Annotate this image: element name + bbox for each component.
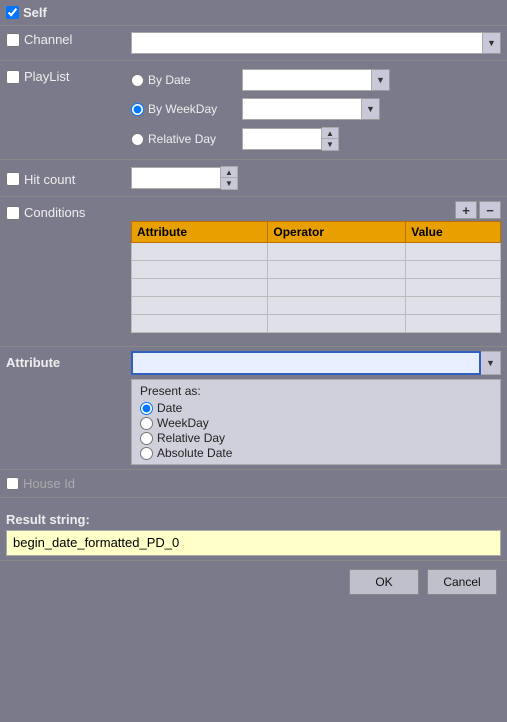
relative-day-radio[interactable] <box>131 133 144 146</box>
conditions-checkbox[interactable] <box>6 206 20 220</box>
ok-button[interactable]: OK <box>349 569 419 595</box>
hit-count-checkbox[interactable] <box>6 172 20 186</box>
attribute-dropdown-wrap: begin_date_formatted ▼ <box>131 351 501 375</box>
present-as-title: Present as: <box>140 384 492 398</box>
by-date-label: By Date <box>148 73 238 87</box>
playlist-label-wrap: PlayList <box>6 65 131 84</box>
channel-dropdown-wrap: 1 ▼ <box>131 32 501 54</box>
option-weekday-label: WeekDay <box>157 416 209 430</box>
by-date-input-wrap: 13/11/2013 ▼ <box>242 69 390 91</box>
option-relative-day[interactable]: Relative Day <box>140 431 492 445</box>
option-absolute-date[interactable]: Absolute Date <box>140 446 492 460</box>
conditions-add-btn[interactable]: + <box>455 201 477 219</box>
hit-count-section: Hit count 1 ▲ ▼ <box>0 160 507 197</box>
house-id-section: House Id <box>0 470 507 498</box>
option-date-label: Date <box>157 401 182 415</box>
option-absolute-date-radio[interactable] <box>140 447 153 460</box>
col-operator: Operator <box>268 222 406 243</box>
relative-day-spinner-btns: ▲ ▼ <box>322 127 339 151</box>
conditions-content: + − Attribute Operator Value <box>131 201 501 333</box>
relative-day-up-btn[interactable]: ▲ <box>322 128 338 139</box>
present-as-box: Present as: Date WeekDay Relative Day <box>131 379 501 465</box>
table-row <box>132 297 501 315</box>
option-weekday[interactable]: WeekDay <box>140 416 492 430</box>
present-as-options: Date WeekDay Relative Day Absolute Date <box>140 401 492 460</box>
relative-day-down-btn[interactable]: ▼ <box>322 139 338 150</box>
conditions-toolbar: + − <box>131 201 501 219</box>
hit-count-label: Hit count <box>24 172 75 187</box>
channel-label-wrap: Channel <box>6 30 131 47</box>
spacer <box>0 498 507 506</box>
hit-count-spinner-btns: ▲ ▼ <box>221 166 238 190</box>
hit-count-content: 1 ▲ ▼ <box>131 164 501 192</box>
dialog: Self Channel 1 ▼ PlayList By Date <box>0 0 507 603</box>
channel-content: 1 ▼ <box>131 30 501 56</box>
table-row <box>132 279 501 297</box>
hit-count-label-wrap: Hit count <box>6 170 131 187</box>
table-row <box>132 315 501 333</box>
house-id-label-wrap[interactable]: House Id <box>6 476 75 491</box>
conditions-section: Conditions + − Attribute Operator Value <box>0 197 507 347</box>
cancel-button[interactable]: Cancel <box>427 569 497 595</box>
col-attribute: Attribute <box>132 222 268 243</box>
playlist-checkbox[interactable] <box>6 70 20 84</box>
conditions-remove-btn[interactable]: − <box>479 201 501 219</box>
hit-count-spinner-wrap: 1 ▲ ▼ <box>131 166 501 190</box>
by-weekday-dropdown-btn[interactable]: ▼ <box>362 98 380 120</box>
by-weekday-row: By WeekDay Thursday ▼ <box>131 96 501 122</box>
option-relative-day-radio[interactable] <box>140 432 153 445</box>
attribute-dropdown-btn[interactable]: ▼ <box>481 351 501 375</box>
hit-count-down-btn[interactable]: ▼ <box>221 178 237 189</box>
by-date-row: By Date 13/11/2013 ▼ <box>131 67 501 93</box>
result-string-title: Result string: <box>6 512 501 527</box>
house-id-checkbox[interactable] <box>6 477 19 490</box>
self-text: Self <box>23 5 47 20</box>
col-value: Value <box>406 222 501 243</box>
result-string-value: begin_date_formatted_PD_0 <box>6 530 501 556</box>
option-date-radio[interactable] <box>140 402 153 415</box>
conditions-label: Conditions <box>24 205 85 220</box>
by-date-radio[interactable] <box>131 74 144 87</box>
by-weekday-input[interactable]: Thursday <box>242 98 362 120</box>
by-weekday-radio[interactable] <box>131 103 144 116</box>
relative-day-input[interactable]: 1 <box>242 128 322 150</box>
attribute-content: begin_date_formatted ▼ Present as: Date … <box>131 351 501 465</box>
table-row <box>132 261 501 279</box>
channel-section: Channel 1 ▼ <box>0 26 507 61</box>
conditions-table: Attribute Operator Value <box>131 221 501 333</box>
self-checkbox[interactable] <box>6 6 19 19</box>
hit-count-input[interactable]: 1 <box>131 167 221 189</box>
button-row: OK Cancel <box>0 561 507 603</box>
relative-day-spinner-wrap: 1 ▲ ▼ <box>242 127 339 151</box>
option-date[interactable]: Date <box>140 401 492 415</box>
house-id-label: House Id <box>23 476 75 491</box>
channel-dropdown-btn[interactable]: ▼ <box>483 32 501 54</box>
self-label[interactable]: Self <box>6 5 501 20</box>
channel-label: Channel <box>24 32 72 47</box>
playlist-content: By Date 13/11/2013 ▼ By WeekDay Thursday… <box>131 65 501 155</box>
result-section: Result string: begin_date_formatted_PD_0 <box>0 506 507 561</box>
attribute-label: Attribute <box>6 351 131 370</box>
channel-input[interactable]: 1 <box>131 32 483 54</box>
conditions-label-wrap: Conditions <box>6 201 131 220</box>
by-date-input[interactable]: 13/11/2013 <box>242 69 372 91</box>
self-section: Self <box>0 0 507 26</box>
attribute-input[interactable]: begin_date_formatted <box>131 351 481 375</box>
playlist-section: PlayList By Date 13/11/2013 ▼ By WeekDay… <box>0 61 507 160</box>
relative-day-row: Relative Day 1 ▲ ▼ <box>131 125 501 153</box>
by-date-dropdown-btn[interactable]: ▼ <box>372 69 390 91</box>
option-absolute-date-label: Absolute Date <box>157 446 232 460</box>
attribute-section: Attribute begin_date_formatted ▼ Present… <box>0 347 507 470</box>
option-weekday-radio[interactable] <box>140 417 153 430</box>
relative-day-label: Relative Day <box>148 132 238 146</box>
option-relative-day-label: Relative Day <box>157 431 225 445</box>
by-weekday-label: By WeekDay <box>148 102 238 116</box>
playlist-label: PlayList <box>24 69 70 84</box>
table-row <box>132 243 501 261</box>
channel-checkbox[interactable] <box>6 33 20 47</box>
hit-count-up-btn[interactable]: ▲ <box>221 167 237 178</box>
by-weekday-input-wrap: Thursday ▼ <box>242 98 380 120</box>
